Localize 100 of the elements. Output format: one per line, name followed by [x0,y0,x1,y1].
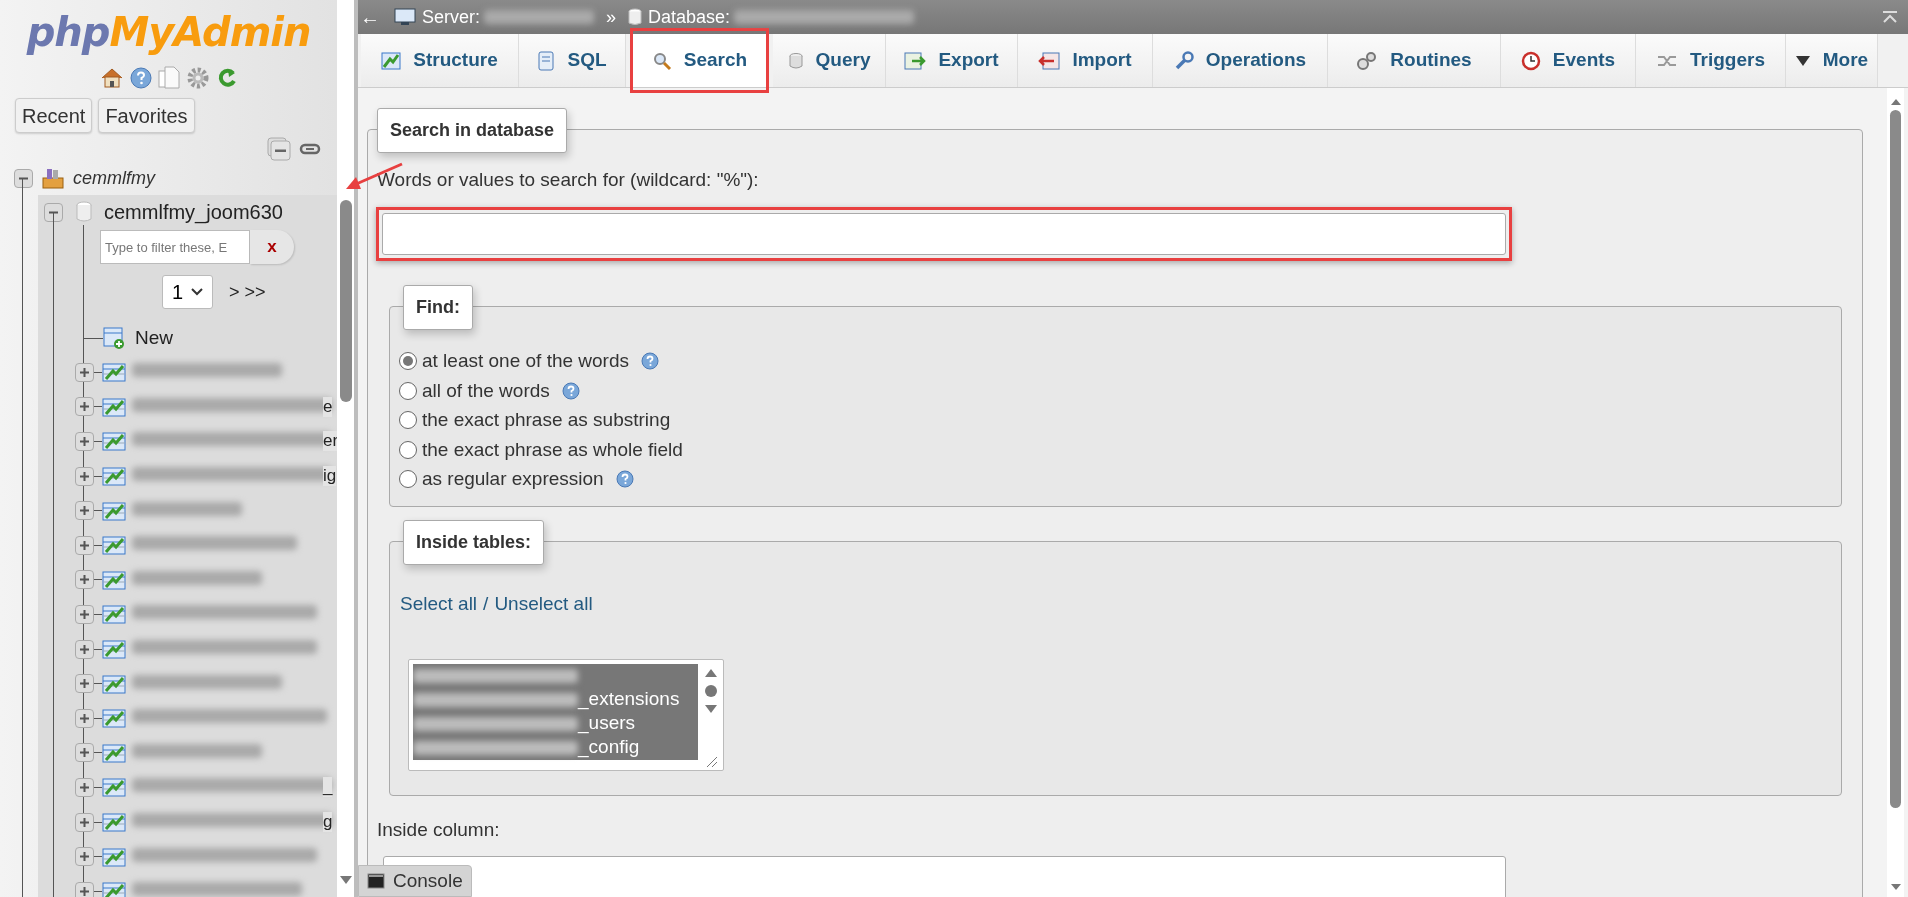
expand-icon[interactable] [75,708,94,728]
expand-icon[interactable] [75,570,94,590]
expand-icon[interactable] [75,777,94,797]
listbox-option[interactable]: _extensions [413,687,698,712]
expand-icon[interactable] [75,743,94,763]
breadcrumb-separator: » [606,5,617,29]
new-table-link[interactable]: New [135,323,173,353]
table-icon [102,396,126,417]
collapse-icon[interactable] [44,202,63,222]
scroll-up-icon[interactable] [1889,98,1902,106]
server-name[interactable]: cemmlfmy [73,164,155,192]
listbox-option[interactable]: _users [413,711,698,736]
radio-button[interactable] [399,352,417,371]
collapse-icon[interactable] [14,168,33,188]
table-name[interactable]: _ [323,777,333,798]
radio-button[interactable] [399,440,417,459]
listbox-option[interactable]: _config [413,735,698,760]
table-icon [102,431,126,452]
expand-icon[interactable] [75,639,94,659]
table-icon [102,500,126,521]
scrollbar-thumb[interactable] [1890,110,1901,808]
select-all-link[interactable]: Select all [400,590,478,619]
radio-label[interactable]: at least one of the words [422,347,629,376]
server-icon [394,8,416,26]
table-icon [102,639,126,660]
nav-tab[interactable]: Search [633,34,766,87]
table-name[interactable]: g [323,812,333,832]
table-icon [102,708,126,729]
radio-label[interactable]: all of the words [422,376,550,405]
expand-icon[interactable] [75,432,94,451]
expand-icon[interactable] [75,466,94,486]
help-icon[interactable] [129,67,152,89]
nav-tab[interactable]: Export [886,34,1018,87]
nav-tab[interactable]: More [1786,34,1878,87]
expand-icon[interactable] [75,604,94,624]
link-icon[interactable] [299,142,322,156]
fieldset-legend: Search in database [377,108,568,153]
database-name[interactable]: cemmlfmy_joom630 [104,197,283,227]
column-field[interactable] [383,856,1506,897]
radio-label[interactable]: the exact phrase as whole field [422,435,683,464]
settings-icon[interactable] [185,66,210,90]
help-icon[interactable] [615,470,634,489]
expand-icon[interactable] [75,362,94,382]
server-link[interactable]: Server: [422,3,481,31]
filter-field[interactable]: Type to filter these, E [100,230,250,264]
collapse-top-icon[interactable] [1882,10,1898,24]
expand-icon[interactable] [75,501,94,521]
expand-icon[interactable] [75,674,94,694]
table-icon [102,673,126,694]
scrollbar-thumb[interactable] [703,683,718,698]
nav-button[interactable]: Recent [15,98,93,133]
table-name[interactable]: ig [323,466,337,487]
unselect-all-link[interactable]: Unselect all [494,590,593,619]
table-name[interactable]: er [323,431,338,452]
nav-tab[interactable]: Query [773,34,886,87]
radio-button[interactable] [399,411,417,430]
next-page-link[interactable]: > >> [229,278,266,306]
database-link[interactable]: Database: [648,3,731,31]
scroll-down-icon[interactable] [1889,883,1902,891]
console-tab[interactable]: Console [358,865,472,897]
help-icon[interactable] [641,352,659,371]
wrench-icon [1173,50,1194,71]
nav-tab[interactable]: Routines [1328,34,1501,87]
clear-filter-button[interactable]: x [250,230,294,264]
collapse-all-icon[interactable] [267,137,292,161]
radio-label[interactable]: the exact phrase as substring [422,406,671,435]
nav-tab[interactable]: Triggers [1636,34,1786,87]
table-name[interactable]: e [323,396,333,417]
expand-icon[interactable] [75,397,94,417]
scroll-up-icon[interactable] [703,667,718,678]
nav-tab[interactable]: Events [1501,34,1636,87]
database-server-icon [41,166,65,190]
nav-tab[interactable]: Import [1018,34,1153,87]
help-icon[interactable] [561,381,580,400]
listbox-option[interactable] [413,663,698,688]
scroll-down-icon[interactable] [338,875,353,885]
search-field[interactable] [382,212,1506,255]
expand-icon[interactable] [75,535,94,555]
nav-tab[interactable]: Operations [1153,34,1328,87]
table-listbox[interactable]: _extensions _users _config [408,658,724,771]
expand-icon[interactable] [75,881,94,897]
expand-icon[interactable] [75,847,94,867]
radio-button[interactable] [399,381,417,400]
radio-button[interactable] [399,470,417,489]
back-link[interactable]: ← [358,2,382,32]
scrollbar[interactable] [1887,88,1904,897]
radio-label[interactable]: as regular expression [422,465,604,494]
page-select[interactable]: 1 [162,275,213,309]
import-icon [1038,51,1061,70]
nav-tab[interactable]: SQL [519,34,626,87]
expand-icon[interactable] [75,812,94,832]
field-label: Words or values to search for (wildcard: "%"): [377,168,760,192]
scroll-down-icon[interactable] [703,703,718,714]
home-icon[interactable] [99,67,124,89]
nav-button[interactable]: Favorites [98,98,195,133]
nav-tab[interactable]: Structure [361,34,519,87]
logo[interactable]: phpMyAdmin [26,8,311,56]
table-icon [381,51,402,70]
search-icon [651,50,672,71]
scrollbar-thumb[interactable] [339,200,352,402]
